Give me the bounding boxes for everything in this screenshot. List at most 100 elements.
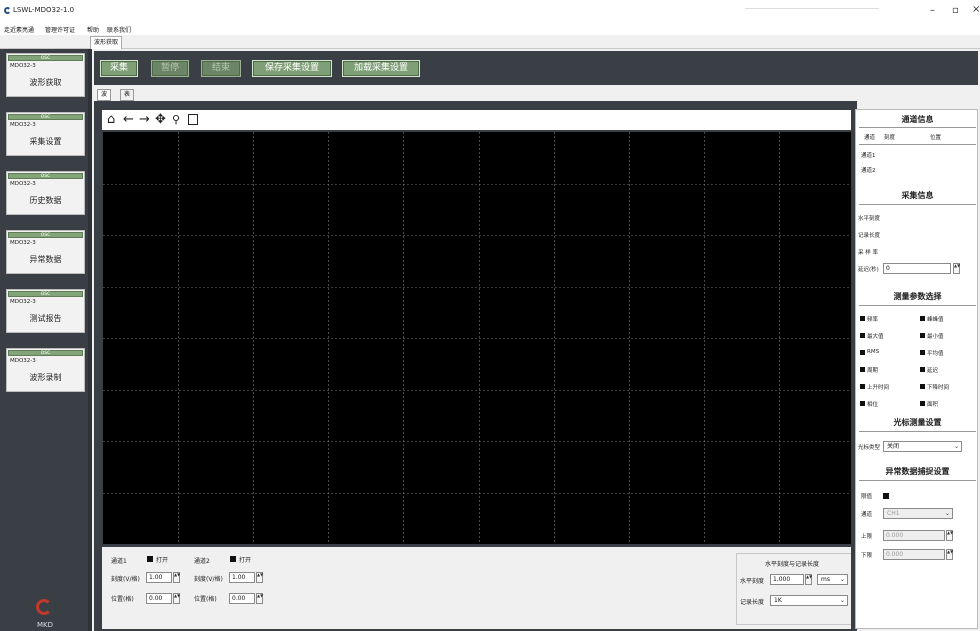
sidebar-item-label: 异常数据 [29,255,62,264]
save-icon[interactable] [188,114,198,125]
horizontal-unit-select[interactable]: ms ⌄ [817,574,848,585]
measure-option-label: 延迟 [927,368,939,374]
lower-limit-input[interactable]: 0.000 [883,549,945,560]
chevron-down-icon: ⌄ [944,510,950,517]
ch1-pos-label: 位置(格) [111,596,134,603]
load-settings-button[interactable]: 加载采集设置 [342,60,420,77]
collect-button[interactable]: 采集 [100,60,138,77]
ch2-pos-label: 位置(格) [194,596,217,603]
ch2-scale-input[interactable]: 1.00 [229,572,255,583]
stop-button[interactable]: 结束 [201,60,241,77]
measure-checkbox[interactable] [860,350,865,355]
chevron-down-icon: ⌄ [839,597,845,604]
measure-option-label: 峰峰值 [927,317,944,323]
close-button[interactable]: × [972,4,980,15]
anomaly-channel-select[interactable]: CH1 ⌄ [883,508,953,519]
app-logo-icon [4,7,11,14]
menu-item-home[interactable]: 走近素亮通 [4,25,34,34]
plot-toolbar: ⌂ ← → ✥ ⚲ [102,110,854,130]
measure-checkbox[interactable] [860,316,865,321]
ch2-enable-checkbox[interactable] [230,556,236,562]
ch1-pos-spinner[interactable]: ▲▼ [173,593,180,604]
measure-option-label: 面积 [927,402,939,408]
delay-spinner[interactable]: ▲▼ [953,263,960,274]
measure-checkbox[interactable] [920,350,925,355]
delay-input[interactable]: 0 [883,263,951,274]
menu-item-help[interactable]: 帮助 [87,25,99,34]
measure-option-label: 相位 [867,402,879,408]
tab-waveform-capture[interactable]: 波形获取 [90,36,123,49]
measure-title: 测量参数选择 [893,291,942,301]
sidebar-item-label: 波形获取 [29,78,62,87]
pause-button[interactable]: 暂停 [151,60,189,77]
acq-info-sample-rate: 采 样 率 [858,250,878,256]
device-model: MDO32-3 [10,63,36,69]
window-title: LSWL-MDO32-1.0 [13,6,75,14]
sidebar-item-history-data[interactable]: OSC MDO32-3 历史数据 [6,171,85,215]
horizontal-scale-spinner[interactable]: ▲▼ [805,574,812,585]
sidebar-item-anomaly-data[interactable]: OSC MDO32-3 异常数据 [6,230,85,274]
sidebar-item-acquisition-settings[interactable]: OSC MDO32-3 采集设置 [6,112,85,156]
upper-limit-spinner[interactable]: ▲▼ [946,530,953,541]
channel-info-title: 通道信息 [901,114,934,124]
measure-checkbox[interactable] [860,401,865,406]
upper-limit-label: 上限 [861,534,873,540]
save-settings-button[interactable]: 保存采集设置 [252,60,332,77]
channel-info-header-scale: 刻度 [884,135,896,141]
ch2-scale-spinner[interactable]: ▲▼ [256,572,263,583]
measure-checkbox[interactable] [860,367,865,372]
osc-badge: OSC [8,350,83,356]
threshold-checkbox[interactable] [883,493,889,499]
ch2-pos-spinner[interactable]: ▲▼ [256,593,263,604]
waveform-plot[interactable] [103,132,854,544]
delay-label: 延迟(秒) [858,267,879,273]
ch1-pos-input[interactable]: 0.00 [146,593,172,604]
record-length-select[interactable]: 1K ⌄ [770,595,848,606]
measure-checkbox[interactable] [920,316,925,321]
cursor-type-select[interactable]: 关闭 ⌄ [883,441,962,452]
home-icon[interactable]: ⌂ [107,112,115,127]
osc-badge: OSC [8,173,83,179]
ch1-enable-checkbox[interactable] [147,556,153,562]
tab-waveform[interactable]: 波形 [97,89,112,108]
minimize-button[interactable]: – [930,5,935,16]
measure-checkbox[interactable] [860,333,865,338]
anomaly-channel-label: 通道 [861,512,873,518]
forward-icon[interactable]: → [139,112,150,127]
sidebar: OSC MDO32-3 波形获取 OSC MDO32-3 采集设置 OSC MD… [0,49,88,631]
menu-item-contact[interactable]: 联系我们 [107,25,131,34]
osc-badge: OSC [8,291,83,297]
ch1-scale-spinner[interactable]: ▲▼ [173,572,180,583]
lower-limit-spinner[interactable]: ▲▼ [946,549,953,560]
sidebar-item-waveform-capture[interactable]: OSC MDO32-3 波形获取 [6,53,85,97]
measure-checkbox[interactable] [920,401,925,406]
pan-icon[interactable]: ✥ [155,112,166,127]
device-model: MDO32-3 [10,240,36,246]
tab-table[interactable]: 表 [120,89,135,101]
menu-item-license[interactable]: 管理许可证 [45,25,75,34]
ch2-pos-input[interactable]: 0.00 [229,593,255,604]
channel-controls: 通道1 打开 刻度(V/格) 1.00 ▲▼ 位置(格) 0.00 ▲▼ 通道2… [102,547,854,629]
osc-badge: OSC [8,232,83,238]
zoom-icon[interactable]: ⚲ [172,112,180,127]
ch1-name: 通道1 [111,558,127,565]
channel-info-header-position: 位置 [930,135,942,141]
measure-checkbox[interactable] [920,367,925,372]
lower-limit-label: 下限 [861,553,873,559]
measure-checkbox[interactable] [920,384,925,389]
title-search-line [745,8,879,9]
ch1-scale-input[interactable]: 1.00 [146,572,172,583]
device-model: MDO32-3 [10,122,36,128]
ch1-scale-label: 刻度(V/格) [111,576,140,583]
measure-checkbox[interactable] [920,333,925,338]
measure-checkbox[interactable] [860,384,865,389]
sidebar-item-waveform-recording[interactable]: OSC MDO32-3 波形录制 [6,348,85,392]
measure-option-label: 最小值 [927,334,944,340]
back-icon[interactable]: ← [123,112,134,127]
upper-limit-input[interactable]: 0.000 [883,530,945,541]
horizontal-settings-group: 水平刻度与记录长度 水平刻度 1.000 ▲▼ ms ⌄ 记录长度 1K ⌄ [736,553,852,625]
sidebar-item-test-report[interactable]: OSC MDO32-3 测试报告 [6,289,85,333]
horizontal-scale-input[interactable]: 1.000 [770,574,804,585]
maximize-button[interactable]: ▫ [952,5,959,16]
cursor-type-value: 关闭 [887,443,900,450]
